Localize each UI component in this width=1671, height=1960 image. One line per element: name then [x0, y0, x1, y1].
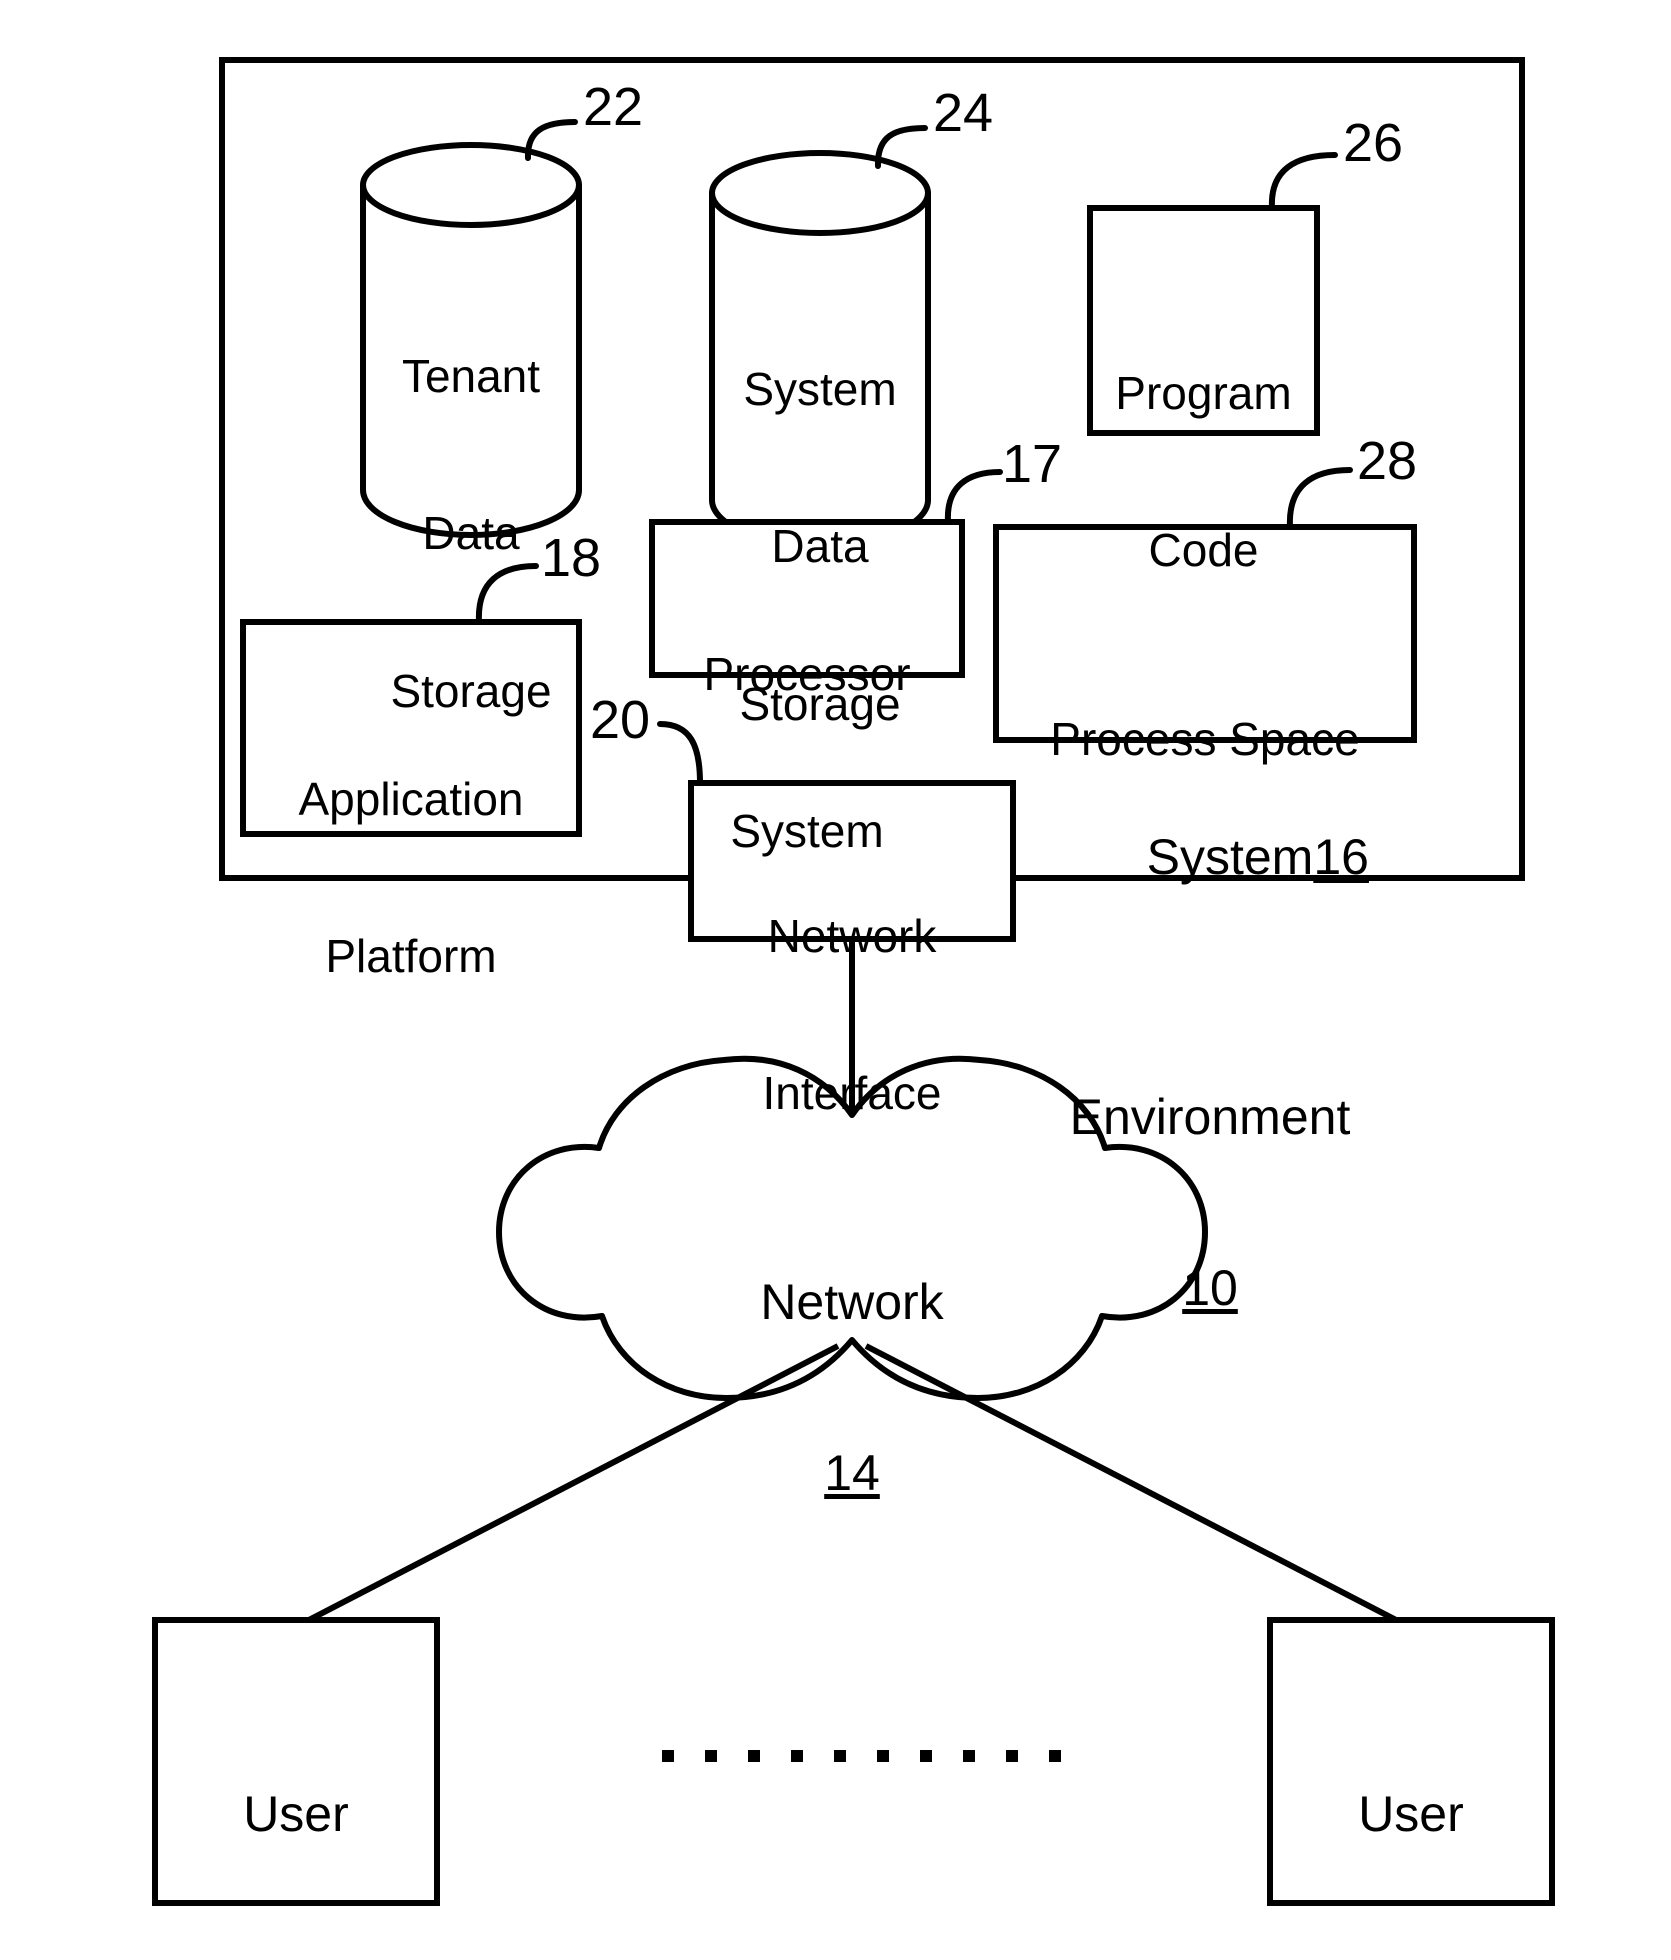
network-interface-line1: Network — [767, 909, 937, 962]
network-ref-number: 14 — [824, 1445, 880, 1501]
system-data-storage-line1: System — [743, 362, 897, 415]
program-code-line1: Program — [1115, 366, 1292, 419]
process-space-line1: Process Space — [1050, 712, 1360, 765]
application-platform-line2: Platform — [325, 930, 497, 983]
patent-figure-canvas: Tenant Data Storage System Data Storage … — [0, 0, 1671, 1960]
system-ref-number: 16 — [1313, 829, 1369, 885]
ref-numeral-20: 20 — [590, 690, 651, 750]
ref-numeral-22: 22 — [583, 77, 644, 137]
user-system-left-label: User System 12 — [155, 1672, 437, 1960]
user-system-right-line1: User — [1358, 1786, 1464, 1842]
system-16-label: System16 — [1080, 772, 1380, 943]
ref-numeral-17: 17 — [1002, 434, 1063, 494]
ref-numeral-18: 18 — [541, 528, 602, 588]
system-word: System — [1146, 829, 1314, 885]
application-platform-line1: Application — [298, 772, 524, 825]
ref-numeral-24: 24 — [933, 83, 994, 143]
leader-line-17 — [944, 469, 1003, 525]
ellipsis-dots — [662, 1750, 1061, 1762]
ref-numeral-28: 28 — [1357, 431, 1418, 491]
application-platform-label: Application Platform — [243, 668, 579, 1088]
ref-numeral-26: 26 — [1343, 113, 1404, 173]
tenant-data-storage-line1: Tenant — [401, 349, 541, 402]
user-system-left-line1: User — [243, 1786, 349, 1842]
user-system-right-label: User System 12 — [1270, 1672, 1552, 1960]
environment-10-label: Environment 10 — [1040, 975, 1380, 1431]
environment-ref-number: 10 — [1182, 1260, 1238, 1316]
program-code-line2: Code — [1148, 524, 1259, 577]
leader-line-26 — [1268, 152, 1338, 211]
environment-label-line1: Environment — [1069, 1089, 1351, 1145]
network-interface-line2: Interface — [762, 1067, 942, 1120]
network-label-line1: Network — [760, 1274, 944, 1330]
network-cloud-label: Network 14 — [652, 1160, 1052, 1616]
processor-system-line1: Processor — [703, 647, 911, 700]
